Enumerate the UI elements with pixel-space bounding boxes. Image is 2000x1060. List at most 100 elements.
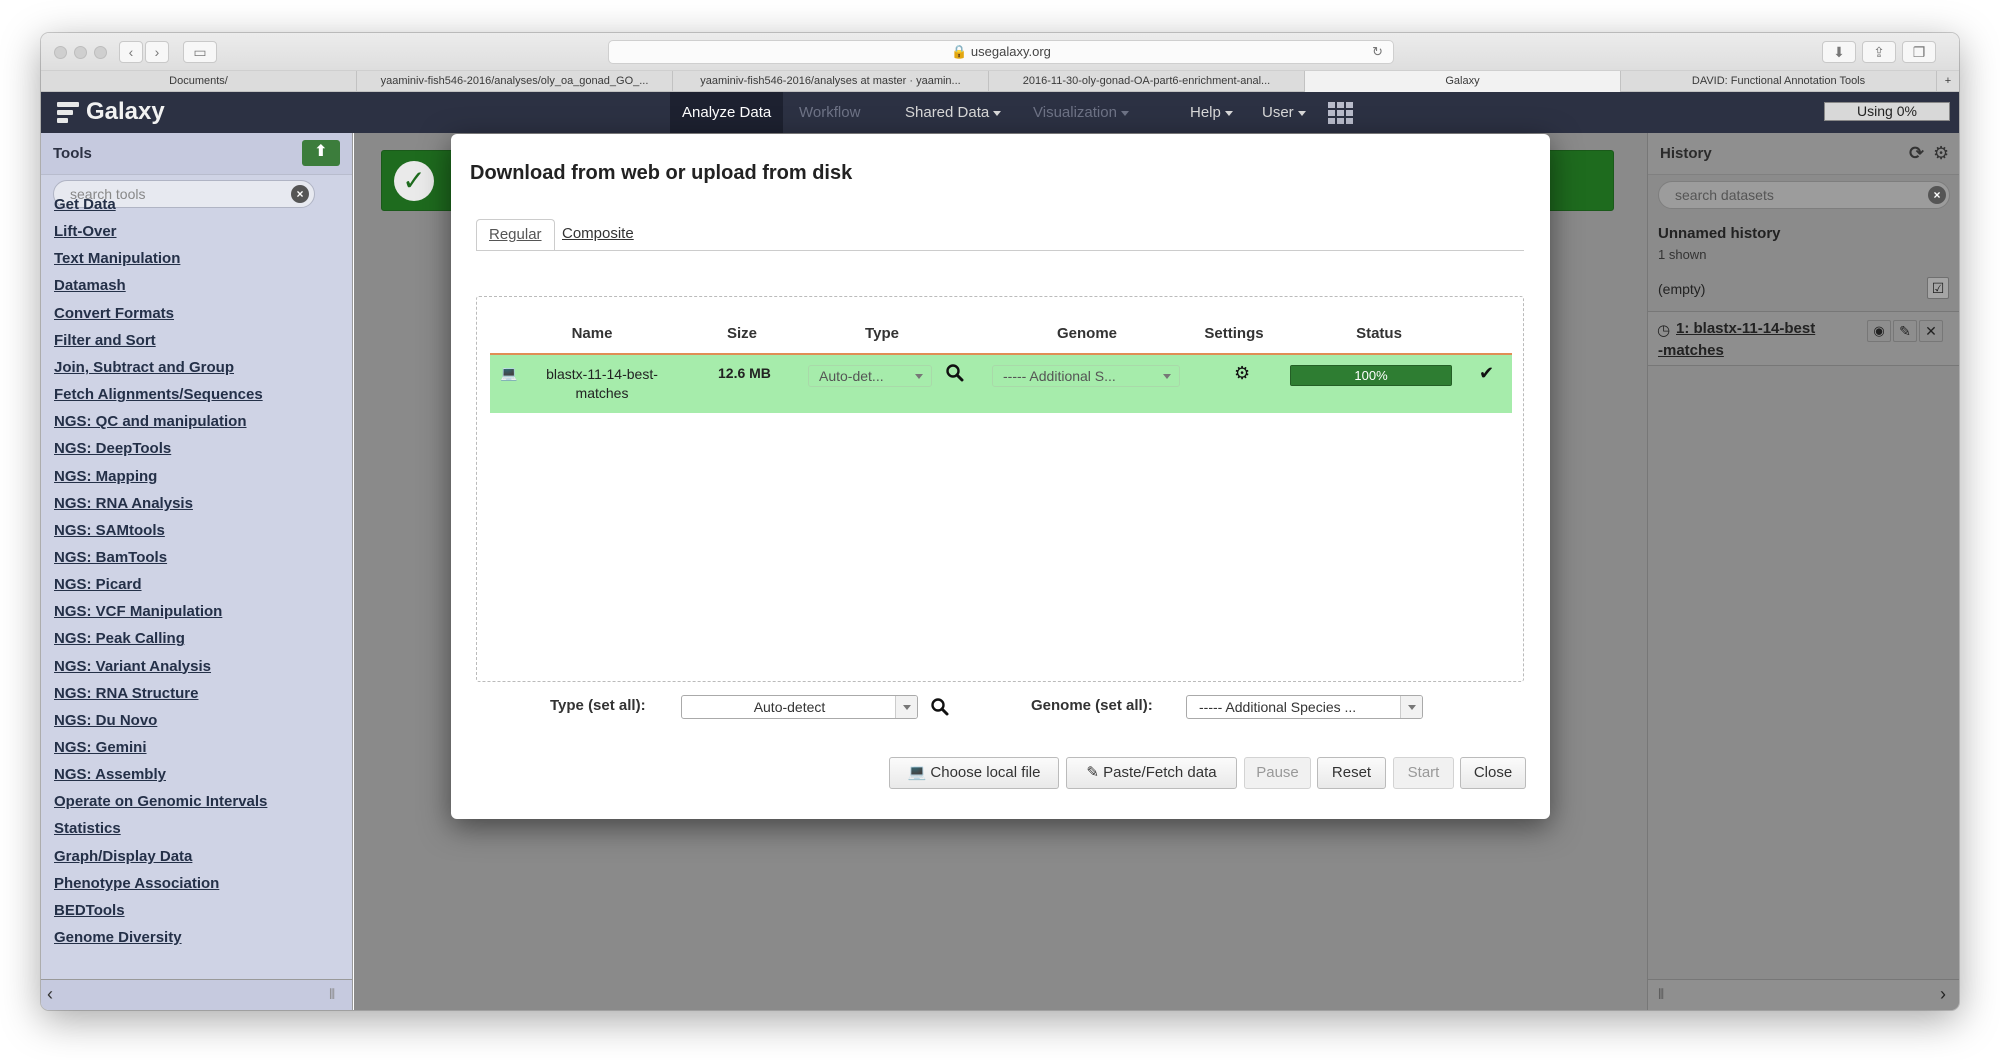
close-button[interactable]: Close: [1460, 757, 1526, 789]
tool-category-link[interactable]: Phenotype Association: [54, 875, 219, 892]
dataset-title-cont[interactable]: -matches: [1658, 342, 1724, 359]
browser-tab[interactable]: Documents/: [41, 71, 357, 92]
upload-row-name[interactable]: blastx-11-14-best- matches: [532, 365, 672, 403]
sidebar-toggle-button[interactable]: ▭: [183, 41, 217, 63]
type-set-all-value: Auto-detect: [753, 699, 826, 715]
collapse-left-icon[interactable]: ‹: [47, 984, 53, 1005]
close-window-button[interactable]: [54, 46, 67, 59]
clear-search-icon[interactable]: ×: [291, 185, 309, 203]
share-button[interactable]: ⇪: [1862, 41, 1896, 63]
tool-category-link[interactable]: Fetch Alignments/Sequences: [54, 386, 263, 403]
search-icon[interactable]: [945, 363, 965, 383]
upload-drop-area[interactable]: Name Size Type Genome Settings Status 💻 …: [476, 296, 1524, 682]
menu-workflow[interactable]: Workflow: [787, 92, 872, 133]
collapse-right-icon[interactable]: ›: [1940, 984, 1946, 1005]
gear-icon[interactable]: ⚙: [1234, 363, 1250, 384]
history-search-input[interactable]: search datasets: [1658, 181, 1950, 209]
browser-tab[interactable]: yaaminiv-fish546-2016/analyses/oly_oa_go…: [357, 71, 673, 92]
tab-composite[interactable]: Composite: [550, 219, 646, 251]
col-genome: Genome: [1056, 325, 1117, 342]
tool-category-link[interactable]: NGS: Assembly: [54, 766, 166, 783]
tool-category-link[interactable]: NGS: QC and manipulation: [54, 413, 247, 430]
galaxy-logo[interactable]: Galaxy: [57, 98, 165, 126]
browser-tab[interactable]: yaaminiv-fish546-2016/analyses at master…: [673, 71, 989, 92]
type-set-all-select[interactable]: Auto-detect: [681, 695, 918, 719]
laptop-icon: 💻: [907, 764, 927, 781]
tool-category-link[interactable]: NGS: Peak Calling: [54, 630, 185, 647]
tool-category-link[interactable]: Genome Diversity: [54, 929, 182, 946]
address-bar[interactable]: 🔒 usegalaxy.org ↻: [608, 40, 1394, 64]
tool-category-link[interactable]: Convert Formats: [54, 305, 174, 322]
tool-category-link[interactable]: NGS: Mapping: [54, 468, 157, 485]
delete-icon[interactable]: ✕: [1919, 320, 1943, 342]
tool-category-link[interactable]: Filter and Sort: [54, 332, 156, 349]
tool-category-link[interactable]: Operate on Genomic Intervals: [54, 793, 267, 810]
tool-category-link[interactable]: NGS: BamTools: [54, 549, 167, 566]
genome-select-value: ----- Additional S...: [1003, 368, 1116, 384]
resize-handle-icon[interactable]: ⦀: [329, 986, 335, 1003]
tool-category-link[interactable]: NGS: SAMtools: [54, 522, 165, 539]
minimize-window-button[interactable]: [74, 46, 87, 59]
tool-category-link[interactable]: Get Data: [54, 196, 116, 213]
tool-category-link[interactable]: Text Manipulation: [54, 250, 180, 267]
tool-category-link[interactable]: NGS: Picard: [54, 576, 142, 593]
tool-category-link[interactable]: NGS: DeepTools: [54, 440, 171, 457]
new-tab-button[interactable]: +: [1937, 71, 1959, 92]
gear-icon[interactable]: ⚙: [1933, 143, 1949, 164]
tool-category-link[interactable]: Statistics: [54, 820, 121, 837]
tool-category-link[interactable]: Lift-Over: [54, 223, 117, 240]
clear-search-icon[interactable]: ×: [1928, 186, 1946, 204]
tool-category-link[interactable]: NGS: Gemini: [54, 739, 147, 756]
pause-button[interactable]: Pause: [1244, 757, 1311, 789]
pencil-icon[interactable]: ✎: [1893, 320, 1917, 342]
upload-row-type-select[interactable]: Auto-det...: [808, 365, 932, 387]
tool-category-link[interactable]: Join, Subtract and Group: [54, 359, 234, 376]
refresh-icon[interactable]: ⟳: [1909, 143, 1924, 164]
zoom-window-button[interactable]: [94, 46, 107, 59]
tool-category-link[interactable]: NGS: RNA Analysis: [54, 495, 193, 512]
tabs-overview-button[interactable]: ❐: [1902, 41, 1936, 63]
tool-category-link[interactable]: Graph/Display Data: [54, 848, 192, 865]
forward-button[interactable]: ›: [145, 41, 169, 63]
select-items-icon[interactable]: ☑: [1927, 277, 1949, 299]
history-footer: ⦀ ›: [1648, 979, 1959, 1010]
lock-icon: 🔒: [951, 44, 968, 59]
menu-user[interactable]: User: [1250, 92, 1318, 133]
tab-regular[interactable]: Regular: [476, 219, 555, 251]
search-icon[interactable]: [930, 697, 950, 717]
back-button[interactable]: ‹: [119, 41, 143, 63]
dropdown-arrow-icon: [1163, 374, 1171, 379]
browser-tab-active[interactable]: Galaxy: [1305, 71, 1621, 92]
tool-category-link[interactable]: NGS: VCF Manipulation: [54, 603, 222, 620]
menu-analyze-data[interactable]: Analyze Data: [670, 92, 784, 133]
paste-fetch-button[interactable]: ✎ Paste/Fetch data: [1066, 757, 1237, 789]
reset-button[interactable]: Reset: [1317, 757, 1386, 789]
resize-handle-icon[interactable]: ⦀: [1658, 986, 1664, 1003]
caret-down-icon: [1120, 110, 1129, 116]
tool-category-link[interactable]: BEDTools: [54, 902, 125, 919]
history-name[interactable]: Unnamed history: [1658, 225, 1781, 242]
menu-shared-data-label: Shared Data: [905, 104, 990, 121]
laptop-icon: 💻: [500, 365, 518, 381]
menu-visualization[interactable]: Visualization: [1021, 92, 1141, 133]
start-button[interactable]: Start: [1393, 757, 1454, 789]
choose-local-file-button[interactable]: 💻 Choose local file: [889, 757, 1059, 789]
genome-set-all-select[interactable]: ----- Additional Species ...: [1186, 695, 1423, 719]
dataset-title[interactable]: 1: blastx-11-14-best: [1676, 320, 1815, 337]
browser-tab[interactable]: 2016-11-30-oly-gonad-OA-part6-enrichment…: [989, 71, 1305, 92]
reload-icon[interactable]: ↻: [1372, 41, 1383, 63]
tool-category-link[interactable]: NGS: Du Novo: [54, 712, 157, 729]
upload-button[interactable]: ⬆: [302, 140, 340, 166]
history-dataset-item[interactable]: ◷ 1: blastx-11-14-best -matches ◉ ✎ ✕: [1648, 312, 1959, 366]
downloads-button[interactable]: ⬇: [1822, 41, 1856, 63]
menu-help[interactable]: Help: [1178, 92, 1245, 133]
upload-row-genome-select[interactable]: ----- Additional S...: [992, 365, 1180, 387]
tool-category-link[interactable]: NGS: RNA Structure: [54, 685, 198, 702]
quota-meter[interactable]: Using 0%: [1824, 102, 1950, 121]
menu-shared-data[interactable]: Shared Data: [893, 92, 1013, 133]
browser-tab[interactable]: DAVID: Functional Annotation Tools: [1621, 71, 1937, 92]
tool-category-link[interactable]: Datamash: [54, 277, 126, 294]
apps-grid-icon[interactable]: [1328, 102, 1354, 124]
tool-category-link[interactable]: NGS: Variant Analysis: [54, 658, 211, 675]
eye-icon[interactable]: ◉: [1867, 320, 1891, 342]
